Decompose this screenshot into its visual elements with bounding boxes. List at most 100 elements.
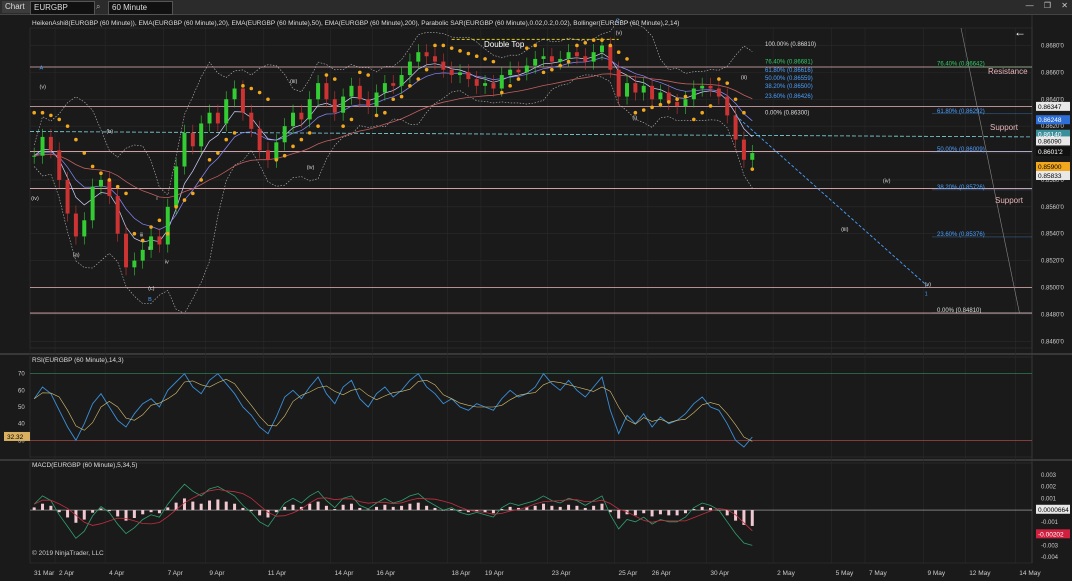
candle-body [316,83,321,100]
candle-body [374,92,379,106]
macd-histogram-bar [333,509,337,511]
x-tick-label: 14 Apr [335,570,355,577]
minimize-button[interactable]: — [1026,1,1034,10]
y-tick-label: 0.8560'0 [1041,205,1064,211]
sar-dot [566,59,571,64]
candle-body [165,206,170,245]
macd-histogram-bar [82,510,86,520]
candle-body [524,65,529,73]
candle-body [541,56,546,59]
candle-body [132,260,137,268]
macd-histogram-bar [149,510,153,513]
macd-histogram-bar [366,509,370,511]
candle-body [466,72,471,80]
macd-histogram-bar [408,503,412,511]
sar-dot [341,124,345,128]
candle-body [641,85,646,93]
macd-histogram-bar [667,510,671,516]
sar-dot [282,153,287,158]
sar-dot [683,94,688,99]
price-label: 0.86090 [1038,138,1062,145]
macd-histogram-bar [116,510,120,517]
macd-title: MACD(EURGBP (60 Minute),5,34,5) [32,462,137,469]
candle-body [716,88,721,97]
macd-current-label: 0.0000664 [1038,507,1069,514]
macd-tick-label: -0.001 [1041,520,1059,526]
close-button[interactable]: ✕ [1061,1,1068,10]
rsi-tick-label: 40 [18,422,25,428]
restore-button[interactable]: ❐ [1044,1,1051,10]
sar-dot [625,57,629,61]
candle-body [508,69,513,76]
sar-dot [558,63,563,68]
sar-dot [232,131,237,135]
symbol-selector[interactable]: EURGBP [30,1,95,15]
window-controls: — ❐ ✕ [1018,1,1068,10]
wave-label: (iii) [290,79,297,85]
timeframe-selector[interactable]: 60 Minute [108,1,173,15]
rsi-current-label: 32.32 [7,434,24,441]
wave-label: 1 [925,292,928,298]
sar-dot [257,90,262,95]
macd-histogram-bar [450,509,454,511]
candle-body [349,85,354,97]
sar-dot [316,124,320,128]
macd-histogram-bar [199,503,203,511]
candle-body [391,83,396,86]
double-top-label: Double Top [484,40,525,49]
candle-body [341,96,346,113]
macd-signal-label: -0.00202 [1038,531,1064,538]
price-label: 0.85900 [1038,164,1062,171]
candle-body [48,136,53,151]
macd-histogram-bar [709,507,713,511]
sar-dot [224,137,229,142]
macd-histogram-bar [491,510,495,514]
macd-histogram-bar [508,506,512,511]
candle-body [182,132,187,167]
y-tick-label: 0.8680'0 [1041,43,1064,49]
fib-label: 50.00% (0.86559) [765,76,813,82]
price-series [32,37,755,276]
fib-label: 38.20% (0.86500) [765,84,813,90]
candle-body [516,69,521,73]
sar-dot [207,157,212,162]
back-arrow-icon[interactable]: ← [1014,25,1026,39]
macd-histogram-bar [141,510,145,515]
chart-canvas[interactable]: 100.00% (0.86810) 76.40% (0.86681) 61.80% … [0,15,1072,581]
macd-histogram-bar [91,510,95,513]
x-tick-label: 5 May [836,570,854,577]
macd-histogram-bar [358,507,362,511]
candle-body [249,112,254,129]
panel-frame-1 [29,356,1033,458]
y-tick-label: 0.8620'0 [1041,124,1064,130]
macd-histogram-bar [166,507,170,511]
x-tick-label: 9 Apr [209,570,225,577]
sar-dot [583,40,588,45]
wave-label: (iv) [31,196,39,202]
candle-body [366,99,371,106]
macd-histogram-bar [600,503,604,511]
candle-body [549,56,554,62]
macd-histogram-bar [683,510,687,514]
sar-dot [149,225,153,229]
x-tick-label: 30 Apr [710,570,730,577]
search-icon[interactable]: ⌕ [96,1,106,13]
chart-tab[interactable]: Chart [2,1,31,13]
sar-dot [366,73,370,77]
candle-body [558,58,563,62]
sar-dot [332,77,337,81]
macd-histogram-bar [249,510,253,512]
fib-label: 76.40% (0.86681) [765,59,813,65]
candle-body [708,85,713,89]
rsi-title: RSI(EURGBP (60 Minute),14,3) [32,357,124,364]
x-tick-label: 2 Apr [59,570,75,577]
candle-body [40,136,45,156]
candle-body [441,61,446,70]
candle-body [616,69,621,97]
y-tick-label: 0.8660'0 [1041,70,1064,76]
candle-body [207,112,212,124]
candle-body [332,99,337,113]
candle-body [357,85,362,100]
candle-body [32,155,37,157]
fib-label: 50.00% (0.86009) [937,147,985,153]
